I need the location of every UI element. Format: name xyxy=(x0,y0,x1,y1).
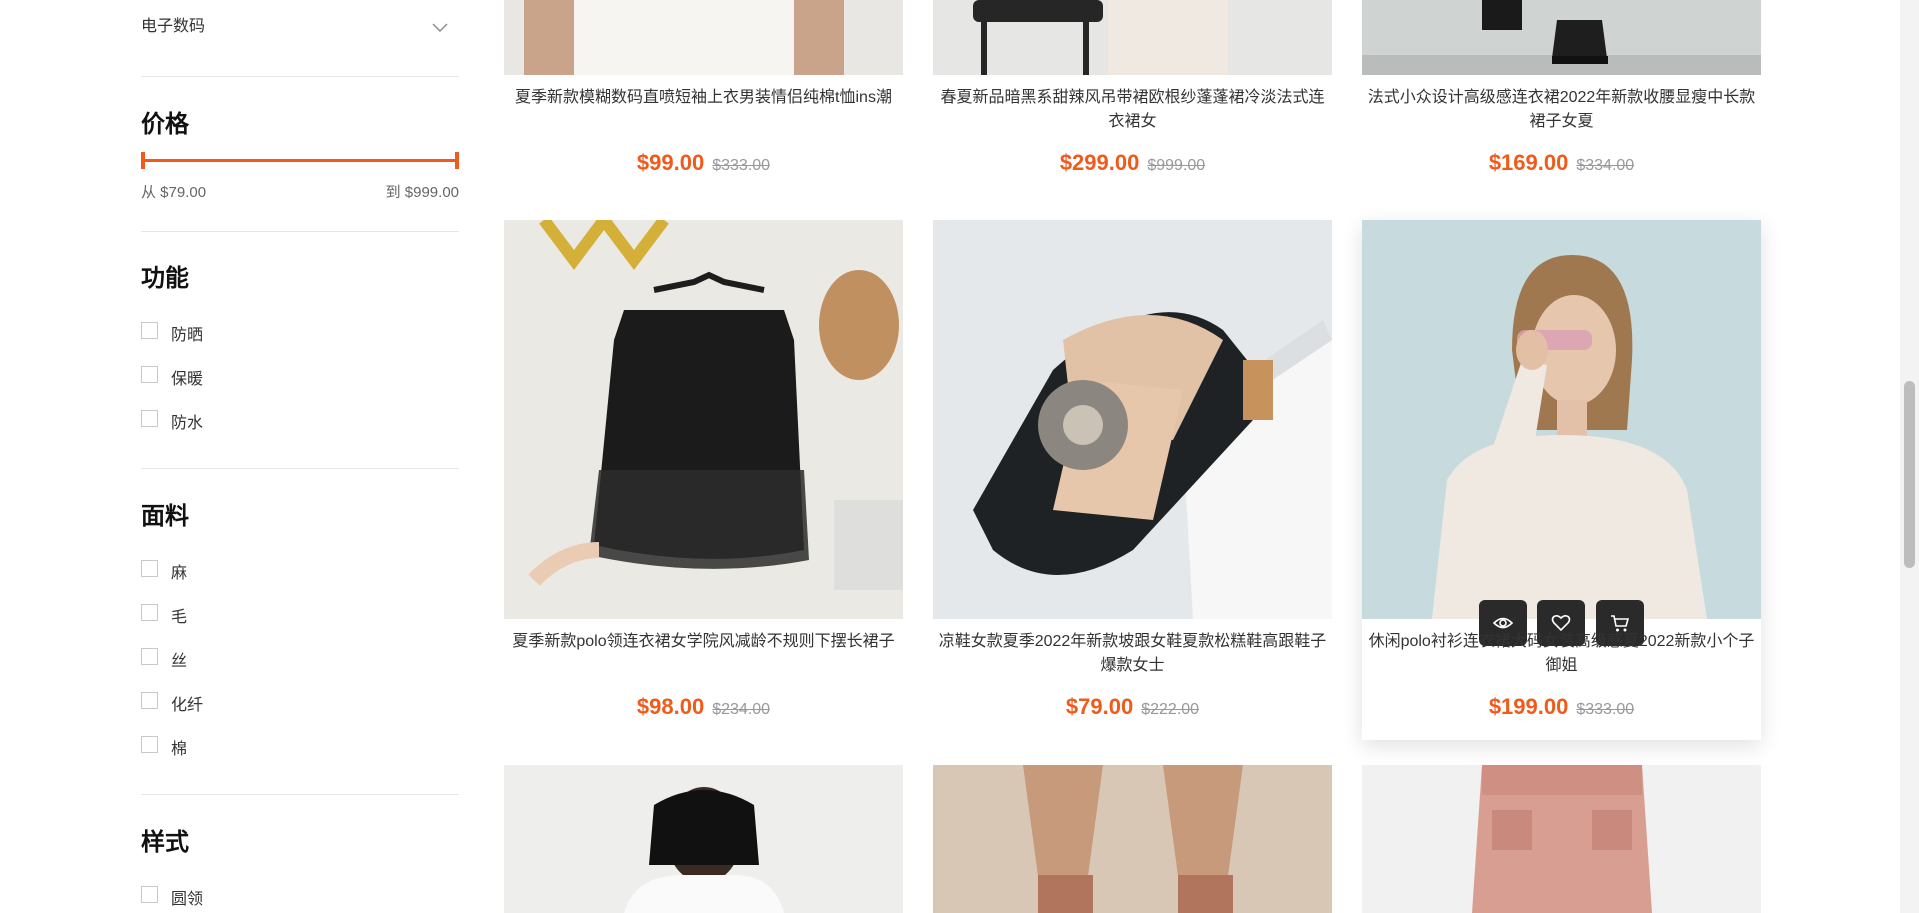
product-image[interactable] xyxy=(504,220,903,619)
checkbox[interactable] xyxy=(141,692,158,709)
divider xyxy=(141,794,459,795)
product-card[interactable]: 夏季新款模糊数码直喷短袖上衣男装情侣纯棉t恤ins潮 $99.00 $333.00 xyxy=(504,0,903,200)
price-row: $99.00 $333.00 xyxy=(504,150,903,176)
price-row: $79.00 $222.00 xyxy=(933,694,1332,720)
product-title[interactable]: 凉鞋女款夏季2022年新款坡跟女鞋夏款松糕鞋高跟鞋子爆款女士 xyxy=(937,630,1328,678)
style-filter-title: 样式 xyxy=(141,829,189,856)
product-price: $99.00 xyxy=(636,150,705,175)
fabric-filter-title: 面料 xyxy=(141,503,189,530)
price-row: $169.00 $334.00 xyxy=(1362,150,1761,176)
checkbox[interactable] xyxy=(141,736,158,753)
category-dropdown[interactable]: 电子数码 xyxy=(141,10,459,50)
product-old-price: $999.00 xyxy=(1147,157,1206,174)
product-old-price: $234.00 xyxy=(712,701,771,718)
product-title[interactable]: 休闲polo衬衫连衣裙大码女装高级感夏2022新款小个子御姐 xyxy=(1366,630,1757,678)
checkbox-label: 防晒 xyxy=(171,327,204,344)
checkbox[interactable] xyxy=(141,604,158,621)
product-title[interactable]: 夏季新款polo领连衣裙女学院风减龄不规则下摆长裙子 xyxy=(508,630,899,654)
checkbox-label: 毛 xyxy=(171,609,188,626)
product-title[interactable]: 春夏新品暗黑系甜辣风吊带裙欧根纱蓬蓬裙冷淡法式连衣裙女 xyxy=(937,86,1328,134)
product-title[interactable]: 夏季新款模糊数码直喷短袖上衣男装情侣纯棉t恤ins潮 xyxy=(508,86,899,110)
product-card[interactable] xyxy=(933,765,1332,913)
checkbox-label: 防水 xyxy=(171,415,204,432)
product-image[interactable] xyxy=(933,765,1332,913)
divider xyxy=(141,231,459,232)
price-range-min-handle[interactable] xyxy=(141,152,145,169)
scrollbar-thumb[interactable] xyxy=(1904,381,1915,568)
product-image[interactable] xyxy=(504,765,903,913)
product-card[interactable]: 春夏新品暗黑系甜辣风吊带裙欧根纱蓬蓬裙冷淡法式连衣裙女 $299.00 $999.… xyxy=(933,0,1332,200)
checkbox-label: 丝 xyxy=(171,653,188,670)
price-row: $199.00 $333.00 xyxy=(1362,694,1761,720)
product-price: $169.00 xyxy=(1488,150,1569,175)
product-card[interactable] xyxy=(1362,765,1761,913)
price-row: $299.00 $999.00 xyxy=(933,150,1332,176)
price-filter-title: 价格 xyxy=(141,111,189,138)
checkbox[interactable] xyxy=(141,560,158,577)
checkbox[interactable] xyxy=(141,648,158,665)
product-image[interactable] xyxy=(1362,0,1761,75)
page-scrollbar[interactable] xyxy=(1900,0,1919,913)
product-old-price: $334.00 xyxy=(1576,157,1635,174)
product-price: $299.00 xyxy=(1059,150,1140,175)
product-card[interactable]: 夏季新款polo领连衣裙女学院风减龄不规则下摆长裙子 $98.00 $234.00 xyxy=(504,220,903,740)
checkbox[interactable] xyxy=(141,886,158,903)
product-price: $98.00 xyxy=(636,694,705,719)
checkbox-label: 圆领 xyxy=(171,891,204,908)
price-from-label: 从 $79.00 xyxy=(141,184,207,201)
product-card[interactable] xyxy=(504,765,903,913)
divider xyxy=(141,76,459,77)
product-card-hovered[interactable]: 休闲polo衬衫连衣裙大码女装高级感夏2022新款小个子御姐 $199.00 $3… xyxy=(1362,220,1761,740)
product-image[interactable] xyxy=(1362,220,1761,619)
product-price: $199.00 xyxy=(1488,694,1569,719)
product-image[interactable] xyxy=(504,0,903,75)
checkbox[interactable] xyxy=(141,410,158,427)
product-image[interactable] xyxy=(933,220,1332,619)
checkbox-label: 化纤 xyxy=(171,697,204,714)
product-old-price: $333.00 xyxy=(1576,701,1635,718)
checkbox-label: 棉 xyxy=(171,741,188,758)
price-range-max-handle[interactable] xyxy=(455,152,459,169)
chevron-down-icon[interactable] xyxy=(431,18,449,36)
product-old-price: $222.00 xyxy=(1141,701,1200,718)
divider xyxy=(141,468,459,469)
product-image[interactable] xyxy=(933,0,1332,75)
product-card[interactable]: 法式小众设计高级感连衣裙2022年新款收腰显瘦中长款裙子女夏 $169.00 $3… xyxy=(1362,0,1761,200)
price-range-track xyxy=(143,159,457,162)
function-filter-title: 功能 xyxy=(141,265,189,292)
product-title[interactable]: 法式小众设计高级感连衣裙2022年新款收腰显瘦中长款裙子女夏 xyxy=(1366,86,1757,134)
price-range-slider[interactable] xyxy=(141,150,459,170)
price-to-label: 到 $999.00 xyxy=(385,184,459,201)
checkbox-label: 麻 xyxy=(171,565,188,582)
product-price: $79.00 xyxy=(1065,694,1134,719)
product-card[interactable]: 凉鞋女款夏季2022年新款坡跟女鞋夏款松糕鞋高跟鞋子爆款女士 $79.00 $22… xyxy=(933,220,1332,740)
product-image[interactable] xyxy=(1362,765,1761,913)
checkbox-label: 保暖 xyxy=(171,371,204,388)
checkbox[interactable] xyxy=(141,366,158,383)
product-old-price: $333.00 xyxy=(712,157,771,174)
category-label: 电子数码 xyxy=(141,18,206,35)
checkbox[interactable] xyxy=(141,322,158,339)
price-row: $98.00 $234.00 xyxy=(504,694,903,720)
